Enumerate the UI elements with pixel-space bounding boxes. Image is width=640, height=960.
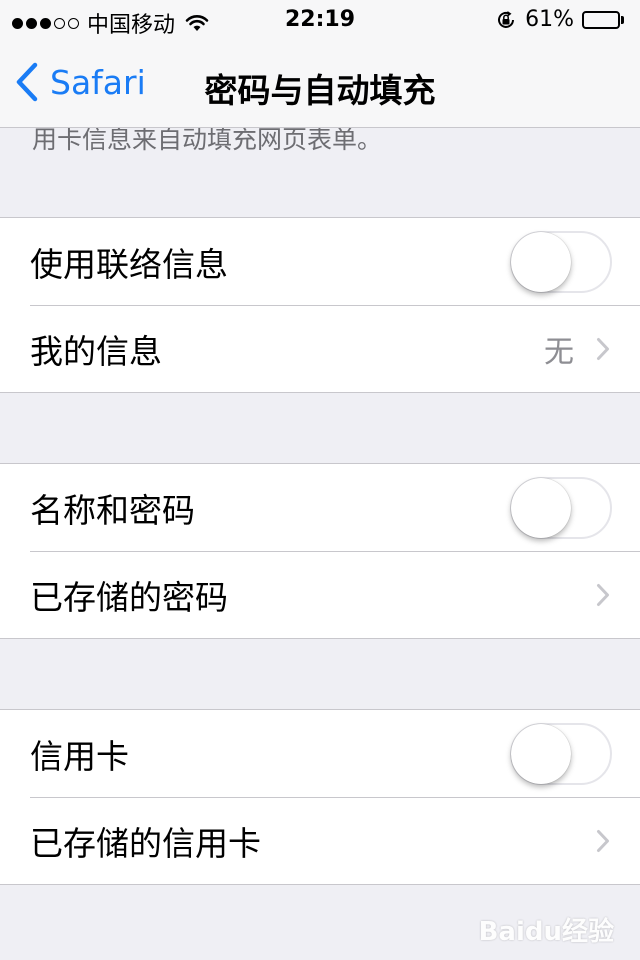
row-label: 信用卡 <box>30 736 129 776</box>
row-my-info[interactable]: 我的信息 无 <box>30 305 640 392</box>
battery-icon <box>582 10 626 30</box>
row-use-contact-info[interactable]: 使用联络信息 <box>30 218 640 305</box>
navigation-bar: Safari 密码与自动填充 <box>0 40 640 128</box>
watermark: Baidu经验 <box>478 917 614 947</box>
chevron-right-icon <box>597 338 609 360</box>
settings-group-credit-cards: 信用卡 已存储的信用卡 <box>0 709 640 885</box>
row-names-passwords[interactable]: 名称和密码 <box>30 464 640 551</box>
my-info-value: 无 <box>544 335 574 370</box>
status-right: 61% <box>495 7 626 32</box>
row-label: 使用联络信息 <box>30 244 228 284</box>
row-label: 已存储的密码 <box>30 578 228 617</box>
row-credit-cards[interactable]: 信用卡 <box>30 710 640 797</box>
settings-group-passwords: 名称和密码 已存储的密码 <box>0 463 640 639</box>
credit-cards-toggle[interactable] <box>510 722 612 785</box>
intro-description: 使用您的联系信息、以前输入的名称和密码，以及信用卡信息来自动填充网页表单。 <box>32 128 383 154</box>
chevron-right-icon <box>597 830 609 852</box>
row-label: 我的信息 <box>30 332 162 371</box>
row-saved-credit-cards[interactable]: 已存储的信用卡 <box>30 797 640 884</box>
row-label: 名称和密码 <box>30 490 195 530</box>
status-bar: 中国移动 22:19 61% <box>0 0 640 40</box>
page-title: 密码与自动填充 <box>204 71 436 110</box>
chevron-right-icon <box>597 584 609 606</box>
use-contact-info-toggle[interactable] <box>510 230 612 293</box>
row-label: 已存储的信用卡 <box>30 824 261 863</box>
names-passwords-toggle[interactable] <box>510 476 612 539</box>
lock-rotation-icon <box>498 10 515 28</box>
row-saved-passwords[interactable]: 已存储的密码 <box>30 551 640 638</box>
settings-scroll: 使用您的联系信息、以前输入的名称和密码，以及信用卡信息来自动填充网页表单。 使用… <box>0 128 640 885</box>
battery-percent: 61% <box>525 7 574 32</box>
settings-group-contact: 使用联络信息 我的信息 无 <box>0 217 640 393</box>
settings-content[interactable]: 使用您的联系信息、以前输入的名称和密码，以及信用卡信息来自动填充网页表单。 使用… <box>0 128 640 960</box>
